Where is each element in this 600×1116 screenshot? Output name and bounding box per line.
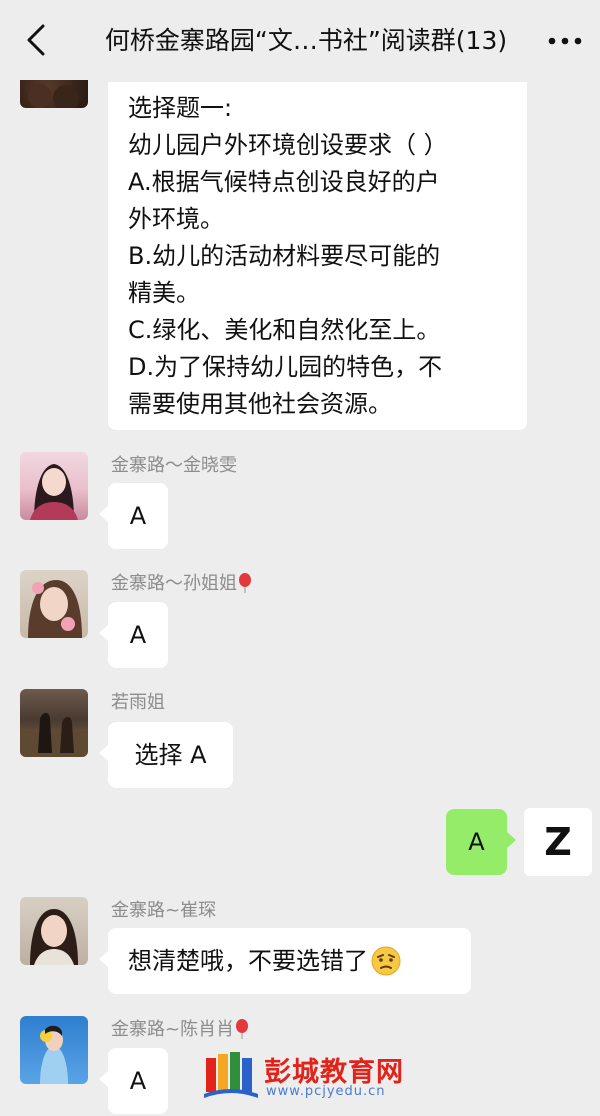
- avatar[interactable]: [20, 897, 88, 965]
- watermark-url: www.pcjyedu.cn: [266, 1084, 386, 1099]
- message-bubble[interactable]: 选择 A: [99, 722, 233, 788]
- message-text: A: [468, 827, 485, 856]
- my-message-bubble[interactable]: A: [446, 809, 516, 875]
- question-line: 需要使用其他社会资源。: [128, 390, 392, 418]
- question-line: C.绿化、美化和自然化至上。: [128, 316, 441, 344]
- back-arrow-icon: [27, 24, 45, 56]
- sender-name: 金寨路~陈肖肖: [111, 1019, 249, 1041]
- question-line: 外环境。: [128, 205, 224, 233]
- sender-name: 金寨路～孙姐姐: [111, 573, 252, 595]
- question-line: B.幼儿的活动材料要尽可能的: [128, 242, 441, 270]
- message-bubble[interactable]: A: [99, 483, 168, 549]
- message-text: 想清楚哦，不要选错了: [128, 946, 368, 975]
- question-line: 幼儿园户外环境创设要求（ ）: [128, 131, 448, 159]
- avatar-letter: Z: [544, 820, 572, 864]
- question-line: 精美。: [128, 279, 200, 307]
- my-avatar[interactable]: Z: [524, 808, 592, 876]
- balloon-icon: [239, 573, 251, 593]
- message-text: A: [129, 1066, 147, 1095]
- books-logo-icon: [204, 1052, 258, 1098]
- sender-name: 若雨姐: [111, 692, 165, 713]
- chat-header: 何桥金寨路园“文…书社”阅读群(13): [0, 0, 600, 80]
- message-text: 选择 A: [134, 740, 207, 769]
- more-button[interactable]: [545, 24, 585, 58]
- thinking-face-icon: [371, 946, 401, 976]
- back-button[interactable]: [18, 22, 54, 58]
- message-bubble[interactable]: 想清楚哦，不要选错了: [99, 928, 471, 994]
- more-dots-icon: [548, 37, 582, 45]
- message-bubble[interactable]: A: [99, 1048, 168, 1114]
- message-text: A: [129, 501, 147, 530]
- question-line: 选择题一:: [128, 94, 233, 122]
- message-text: A: [129, 620, 147, 649]
- sender-name: 金寨路～金晓雯: [111, 455, 237, 476]
- question-line: D.为了保持幼儿园的特色，不: [128, 353, 443, 381]
- question-line: A.根据气候特点创设良好的户: [128, 168, 440, 196]
- avatar[interactable]: [20, 689, 88, 757]
- chat-title: 何桥金寨路园“文…书社”阅读群(13): [104, 26, 508, 55]
- sender-name: 金寨路~崔琛: [111, 900, 217, 921]
- question-message-bubble[interactable]: 选择题一: 幼儿园户外环境创设要求（ ） A.根据气候特点创设良好的户 外环境。…: [108, 82, 527, 430]
- balloon-icon: [236, 1019, 249, 1039]
- message-bubble[interactable]: A: [99, 602, 168, 668]
- avatar[interactable]: [20, 452, 88, 520]
- avatar[interactable]: [20, 570, 88, 638]
- avatar[interactable]: [20, 1016, 88, 1084]
- site-watermark: 彭城教育网 www.pcjyedu.cn: [200, 1046, 410, 1102]
